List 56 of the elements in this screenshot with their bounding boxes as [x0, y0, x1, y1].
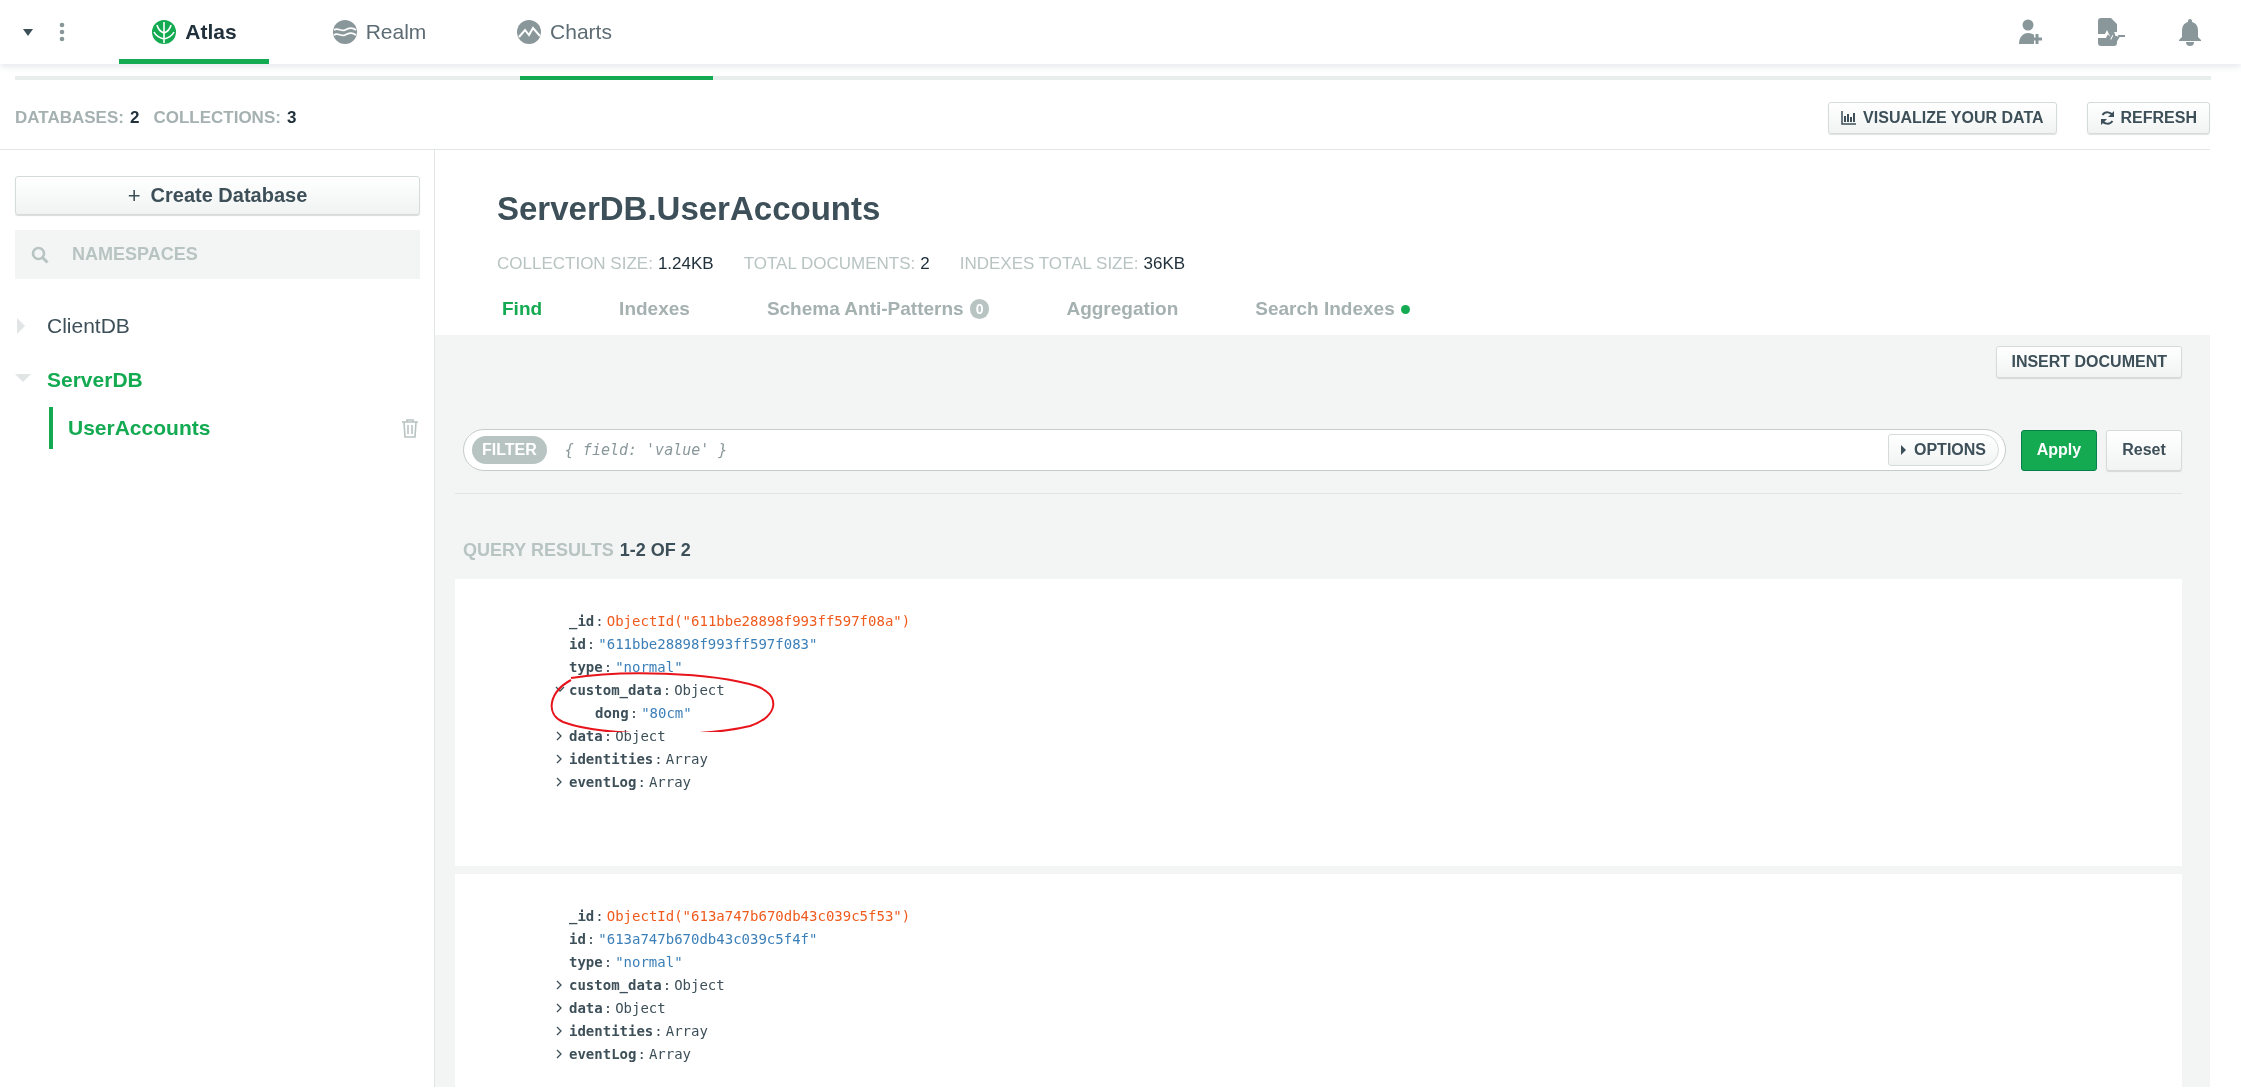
document-field[interactable]: identities: Array — [555, 747, 2182, 770]
visualize-data-button[interactable]: VISUALIZE YOUR DATA — [1828, 101, 2057, 134]
stat-value: 2 — [920, 254, 930, 273]
product-tab[interactable]: Charts — [489, 0, 639, 64]
create-database-button[interactable]: + Create Database — [15, 176, 420, 215]
database-item[interactable]: ClientDB — [15, 299, 419, 353]
more-options-icon[interactable] — [59, 22, 65, 42]
search-icon — [31, 246, 49, 264]
document-field[interactable]: identities: Array — [555, 1019, 2182, 1042]
document-field[interactable]: data: Object — [555, 724, 2182, 747]
filter-field[interactable]: FILTER { field: 'value' } OPTIONS — [463, 429, 2006, 471]
stat-value: 36KB — [1143, 254, 1186, 273]
trash-icon[interactable] — [401, 418, 419, 438]
caret-right-icon — [1901, 445, 1906, 455]
document-field: id: "611bbe28898f993ff597f083" — [555, 632, 2182, 655]
refresh-icon — [2099, 109, 2115, 126]
product-tab[interactable]: Realm — [304, 0, 454, 64]
document-field[interactable]: eventLog: Array — [555, 1042, 2182, 1065]
refresh-button[interactable]: REFRESH — [2086, 101, 2210, 134]
options-button[interactable]: OPTIONS — [1888, 434, 1999, 466]
document-field: type: "normal" — [555, 950, 2182, 973]
insert-document-button[interactable]: INSERT DOCUMENT — [1996, 346, 2182, 378]
leaf-logo-icon — [151, 19, 178, 45]
filter-tag: FILTER — [472, 436, 547, 464]
document-field: dong: "80cm" — [581, 701, 2182, 724]
document-field: _id: ObjectId("613a747b670db43c039c5f53") — [555, 904, 2182, 927]
count-badge: 0 — [969, 299, 990, 319]
stat-label: INDEXES TOTAL SIZE: — [959, 254, 1139, 273]
document-field[interactable]: data: Object — [555, 996, 2182, 1019]
results-count: 1-2 OF 2 — [619, 540, 691, 560]
document-field[interactable]: custom_data: Object — [555, 678, 2182, 701]
document-field: _id: ObjectId("611bbe28898f993ff597f08a") — [555, 609, 2182, 632]
stat-value: 3 — [286, 107, 297, 128]
document-pulse-icon[interactable] — [2095, 17, 2127, 47]
product-tab[interactable]: Atlas — [119, 0, 269, 64]
stat-value: 1.24KB — [657, 254, 714, 273]
stat-label: TOTAL DOCUMENTS: — [743, 254, 916, 273]
stat-label: COLLECTION SIZE: — [497, 254, 653, 273]
bell-icon[interactable] — [2177, 18, 2203, 46]
collection-title: ServerDB.UserAccounts — [497, 190, 882, 228]
document-field[interactable]: custom_data: Object — [555, 973, 2182, 996]
document-field[interactable]: eventLog: Array — [555, 770, 2182, 793]
stat-label: DATABASES: — [15, 107, 124, 128]
bar-chart-icon — [1841, 110, 1858, 125]
document-field: id: "613a747b670db43c039c5f4f" — [555, 927, 2182, 950]
caret-down-icon[interactable] — [23, 28, 33, 36]
stat-value: 2 — [129, 107, 140, 128]
waves-logo-icon — [331, 19, 358, 45]
line-chart-logo-icon — [516, 19, 543, 45]
add-user-icon[interactable] — [2017, 18, 2045, 46]
query-results-label: QUERY RESULTS — [463, 540, 614, 560]
filter-input[interactable]: { field: 'value' } — [562, 440, 1888, 460]
document-field: type: "normal" — [555, 655, 2182, 678]
namespace-search-field[interactable]: NAMESPACES — [15, 230, 420, 279]
reset-button[interactable]: Reset — [2106, 429, 2182, 471]
stat-label: COLLECTIONS: — [153, 107, 281, 128]
